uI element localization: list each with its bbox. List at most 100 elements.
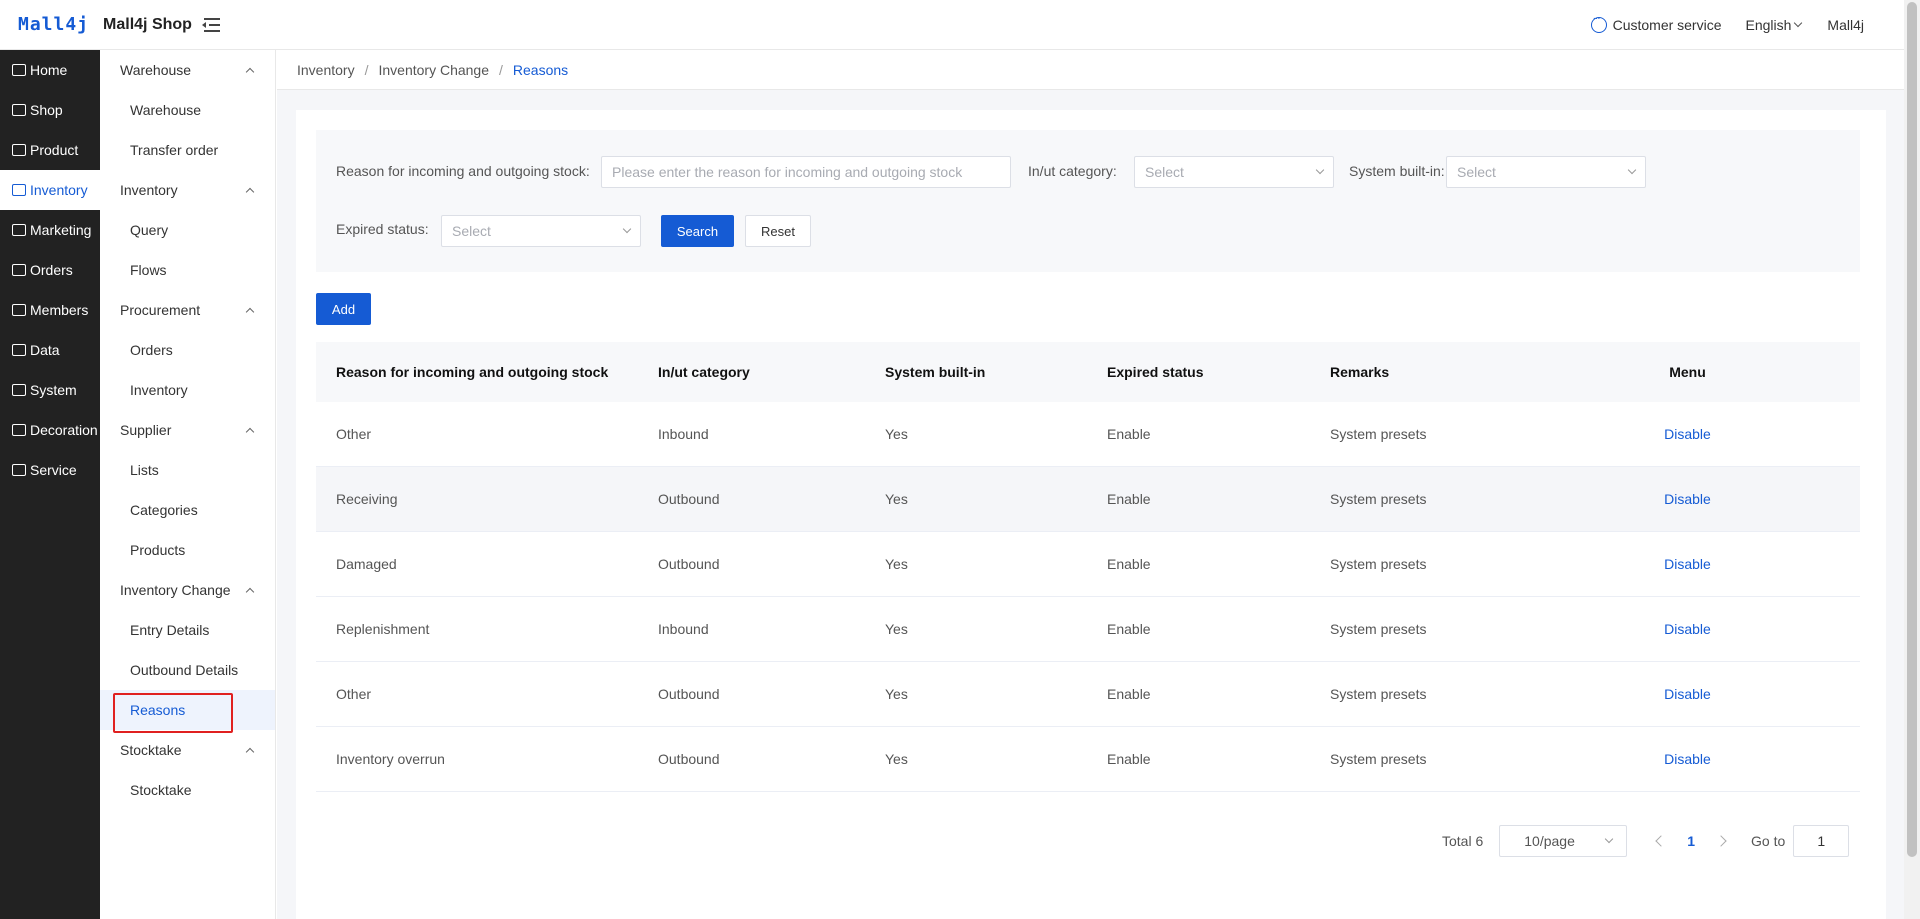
marketing-icon: [12, 224, 26, 236]
sub-nav: Warehouse Warehouse Transfer order Inven…: [100, 50, 276, 919]
add-button[interactable]: Add: [316, 293, 371, 325]
scrollbar-thumb[interactable]: [1907, 2, 1917, 857]
main-content: Inventory / Inventory Change / Reasons R…: [277, 50, 1904, 919]
header-expired: Expired status: [1107, 364, 1204, 380]
prev-page-icon[interactable]: [1655, 835, 1667, 847]
disable-link[interactable]: Disable: [1664, 491, 1711, 507]
search-button[interactable]: Search: [661, 215, 734, 247]
sub-nav-item-products[interactable]: Products: [100, 530, 275, 570]
goto-page-input[interactable]: [1793, 825, 1850, 857]
chevron-down-icon: [1605, 834, 1614, 844]
page-number[interactable]: 1: [1687, 833, 1695, 849]
header-reason: Reason for incoming and outgoing stock: [336, 364, 609, 380]
sub-nav-item-query[interactable]: Query: [100, 210, 275, 250]
sub-nav-item-stocktake[interactable]: Stocktake: [100, 770, 275, 810]
disable-link[interactable]: Disable: [1664, 621, 1711, 637]
pagination: Total 6 10/page 1 Go to: [1442, 825, 1850, 857]
header-remarks: Remarks: [1330, 364, 1390, 380]
select-value: Select: [1145, 164, 1184, 180]
sub-nav-group-stocktake[interactable]: Stocktake: [100, 730, 275, 770]
sub-nav-item-categories[interactable]: Categories: [100, 490, 275, 530]
nav-item-marketing[interactable]: Marketing: [0, 210, 100, 250]
cell-remarks: System presets: [1330, 426, 1427, 442]
decoration-icon: [12, 424, 26, 436]
goto-label: Go to: [1751, 833, 1786, 849]
nav-label: Orders: [30, 262, 73, 278]
nav-item-product[interactable]: Product: [0, 130, 100, 170]
breadcrumb-item[interactable]: Inventory: [297, 62, 355, 78]
cell-reason: Other: [336, 426, 372, 442]
cell-reason: Receiving: [336, 491, 398, 507]
sub-nav-item-lists[interactable]: Lists: [100, 450, 275, 490]
nav-item-service[interactable]: Service: [0, 450, 100, 490]
page-scrollbar[interactable]: [1904, 0, 1920, 919]
expired-label: Expired status:: [336, 221, 429, 237]
cell-category: Inbound: [658, 621, 709, 637]
sub-nav-item-entry-details[interactable]: Entry Details: [100, 610, 275, 650]
disable-link[interactable]: Disable: [1664, 751, 1711, 767]
cell-expired: Enable: [1107, 491, 1151, 507]
category-select[interactable]: Select: [1134, 156, 1334, 188]
customer-service-button[interactable]: Customer service: [1590, 13, 1722, 33]
cell-category: Outbound: [658, 491, 720, 507]
system-icon: [12, 384, 26, 396]
cell-expired: Enable: [1107, 621, 1151, 637]
breadcrumb-item[interactable]: Inventory Change: [378, 62, 489, 78]
nav-item-shop[interactable]: Shop: [0, 90, 100, 130]
user-name[interactable]: Mall4j: [1827, 17, 1864, 33]
select-value: Select: [1457, 164, 1496, 180]
nav-item-orders[interactable]: Orders: [0, 250, 100, 290]
reset-button[interactable]: Reset: [745, 215, 811, 247]
header-builtin: System built-in: [885, 364, 986, 380]
sub-nav-group-inventory[interactable]: Inventory: [100, 170, 275, 210]
nav-item-home[interactable]: Home: [0, 50, 100, 90]
table-row: Receiving Outbound Yes Enable System pre…: [316, 467, 1860, 532]
cell-builtin: Yes: [885, 426, 908, 442]
select-value: Select: [452, 223, 491, 239]
cell-builtin: Yes: [885, 751, 908, 767]
cell-reason: Damaged: [336, 556, 397, 572]
disable-link[interactable]: Disable: [1664, 556, 1711, 572]
nav-item-inventory[interactable]: Inventory: [0, 170, 100, 210]
reason-input[interactable]: [601, 156, 1011, 188]
sub-nav-item-procurement-inventory[interactable]: Inventory: [100, 370, 275, 410]
top-bar: Mall4j Mall4j Shop Customer service Engl…: [0, 0, 1904, 50]
sub-nav-group-inventory-change[interactable]: Inventory Change: [100, 570, 275, 610]
disable-link[interactable]: Disable: [1664, 426, 1711, 442]
sub-nav-item-transfer-order[interactable]: Transfer order: [100, 130, 275, 170]
menu-fold-icon[interactable]: [201, 17, 220, 32]
logo[interactable]: Mall4j: [18, 14, 89, 35]
cell-reason: Replenishment: [336, 621, 430, 637]
sub-nav-group-warehouse[interactable]: Warehouse: [100, 50, 275, 90]
home-icon: [12, 64, 26, 76]
cell-builtin: Yes: [885, 686, 908, 702]
nav-item-data[interactable]: Data: [0, 330, 100, 370]
nav-label: Product: [30, 142, 79, 158]
cell-category: Outbound: [658, 751, 720, 767]
nav-item-system[interactable]: System: [0, 370, 100, 410]
sub-nav-group-procurement[interactable]: Procurement: [100, 290, 275, 330]
next-page-icon[interactable]: [1715, 835, 1727, 847]
language-dropdown[interactable]: English: [1746, 17, 1803, 33]
disable-link[interactable]: Disable: [1664, 686, 1711, 702]
expired-select[interactable]: Select: [441, 215, 641, 247]
page-size-select[interactable]: 10/page: [1499, 825, 1628, 857]
builtin-select[interactable]: Select: [1446, 156, 1646, 188]
category-label: In/ut category:: [1028, 163, 1117, 179]
sub-nav-item-flows[interactable]: Flows: [100, 250, 275, 290]
chevron-down-icon: [1627, 165, 1637, 175]
sub-nav-item-reasons[interactable]: Reasons: [100, 690, 275, 730]
chevron-down-icon: [1315, 165, 1325, 175]
sub-nav-group-supplier[interactable]: Supplier: [100, 410, 275, 450]
sub-nav-item-warehouse[interactable]: Warehouse: [100, 90, 275, 130]
table-row: Inventory overrun Outbound Yes Enable Sy…: [316, 727, 1860, 792]
cell-remarks: System presets: [1330, 491, 1427, 507]
shop-icon: [12, 104, 26, 116]
sub-nav-item-outbound-details[interactable]: Outbound Details: [100, 650, 275, 690]
group-label: Inventory: [120, 182, 178, 198]
sub-nav-item-procurement-orders[interactable]: Orders: [100, 330, 275, 370]
nav-item-decoration[interactable]: Decoration: [0, 410, 100, 450]
nav-label: Decoration: [30, 422, 98, 438]
nav-label: Shop: [30, 102, 63, 118]
nav-item-members[interactable]: Members: [0, 290, 100, 330]
